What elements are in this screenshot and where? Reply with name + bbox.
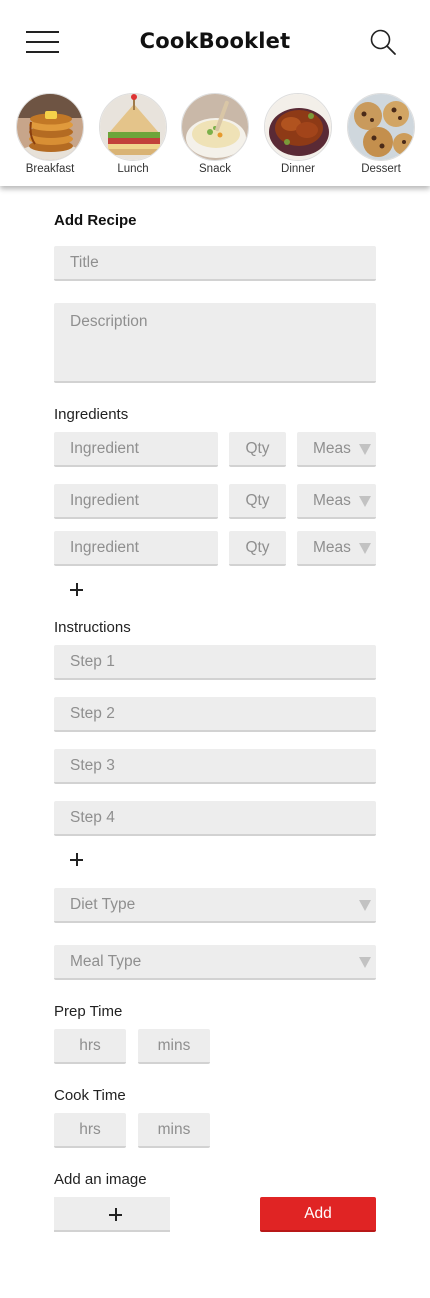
diet-type-select[interactable]: Diet Type <box>54 888 376 923</box>
category-label: Dinner <box>281 163 315 175</box>
instructions-label: Instructions <box>54 619 131 636</box>
add-recipe-heading: Add Recipe <box>54 212 137 229</box>
meal-type-select-value: Meal Type <box>70 952 142 970</box>
ingredient-input[interactable] <box>54 531 218 566</box>
category-dessert[interactable]: Dessert <box>347 93 415 179</box>
lunch-image <box>99 93 167 161</box>
measure-select-value: Meas <box>313 491 351 509</box>
search-icon-glyph <box>370 29 396 55</box>
step-input[interactable] <box>54 645 376 680</box>
dropdown-caret-icon <box>359 956 371 968</box>
measure-select-value: Meas <box>313 538 351 556</box>
category-lunch[interactable]: Lunch <box>99 93 167 179</box>
add-step-plus-icon[interactable] <box>65 848 89 872</box>
ingredient-input[interactable] <box>54 432 218 467</box>
cook-minutes-input[interactable] <box>138 1113 210 1148</box>
category-breakfast[interactable]: Breakfast <box>16 93 84 179</box>
category-snack[interactable]: Snack <box>181 93 249 179</box>
prep-minutes-input[interactable] <box>138 1029 210 1064</box>
category-label: Snack <box>199 163 231 175</box>
diet-type-select-value: Diet Type <box>70 895 136 913</box>
cook-hours-input[interactable] <box>54 1113 126 1148</box>
dessert-image <box>347 93 415 161</box>
add-image-button[interactable] <box>54 1197 170 1232</box>
step-input[interactable] <box>54 749 376 784</box>
measure-select-value: Meas <box>313 439 351 457</box>
category-label: Lunch <box>117 163 149 175</box>
category-dinner[interactable]: Dinner <box>264 93 332 179</box>
qty-input[interactable] <box>229 484 286 519</box>
search-icon[interactable] <box>369 28 397 56</box>
measure-select[interactable]: Meas <box>297 531 376 566</box>
category-label: Dessert <box>361 163 401 175</box>
snack-image <box>181 93 249 161</box>
prep-time-label: Prep Time <box>54 1003 123 1020</box>
add-image-label: Add an image <box>54 1171 147 1188</box>
ingredients-label: Ingredients <box>54 406 129 423</box>
category-label: Breakfast <box>25 163 75 175</box>
step-input[interactable] <box>54 697 376 732</box>
plus-icon <box>104 1203 128 1227</box>
qty-input[interactable] <box>229 432 286 467</box>
measure-select[interactable]: Meas <box>297 484 376 519</box>
dropdown-caret-icon <box>359 495 371 507</box>
ingredient-input[interactable] <box>54 484 218 519</box>
measure-select[interactable]: Meas <box>297 432 376 467</box>
step-input[interactable] <box>54 801 376 836</box>
cook-time-label: Cook Time <box>54 1087 126 1104</box>
description-textarea[interactable] <box>54 303 376 383</box>
app-title: CookBooklet <box>139 29 291 53</box>
dropdown-caret-icon <box>359 899 371 911</box>
add-ingredient-plus-icon[interactable] <box>65 578 89 602</box>
breakfast-image <box>16 93 84 161</box>
dropdown-caret-icon <box>359 542 371 554</box>
meal-type-select[interactable]: Meal Type <box>54 945 376 980</box>
dropdown-caret-icon <box>359 443 371 455</box>
qty-input[interactable] <box>229 531 286 566</box>
dinner-image <box>264 93 332 161</box>
top-bar: CookBooklet Breakfast Lunch Snack Dinner… <box>0 0 430 186</box>
prep-hours-input[interactable] <box>54 1029 126 1064</box>
add-recipe-button[interactable]: Add <box>260 1197 376 1232</box>
title-input[interactable] <box>54 246 376 281</box>
